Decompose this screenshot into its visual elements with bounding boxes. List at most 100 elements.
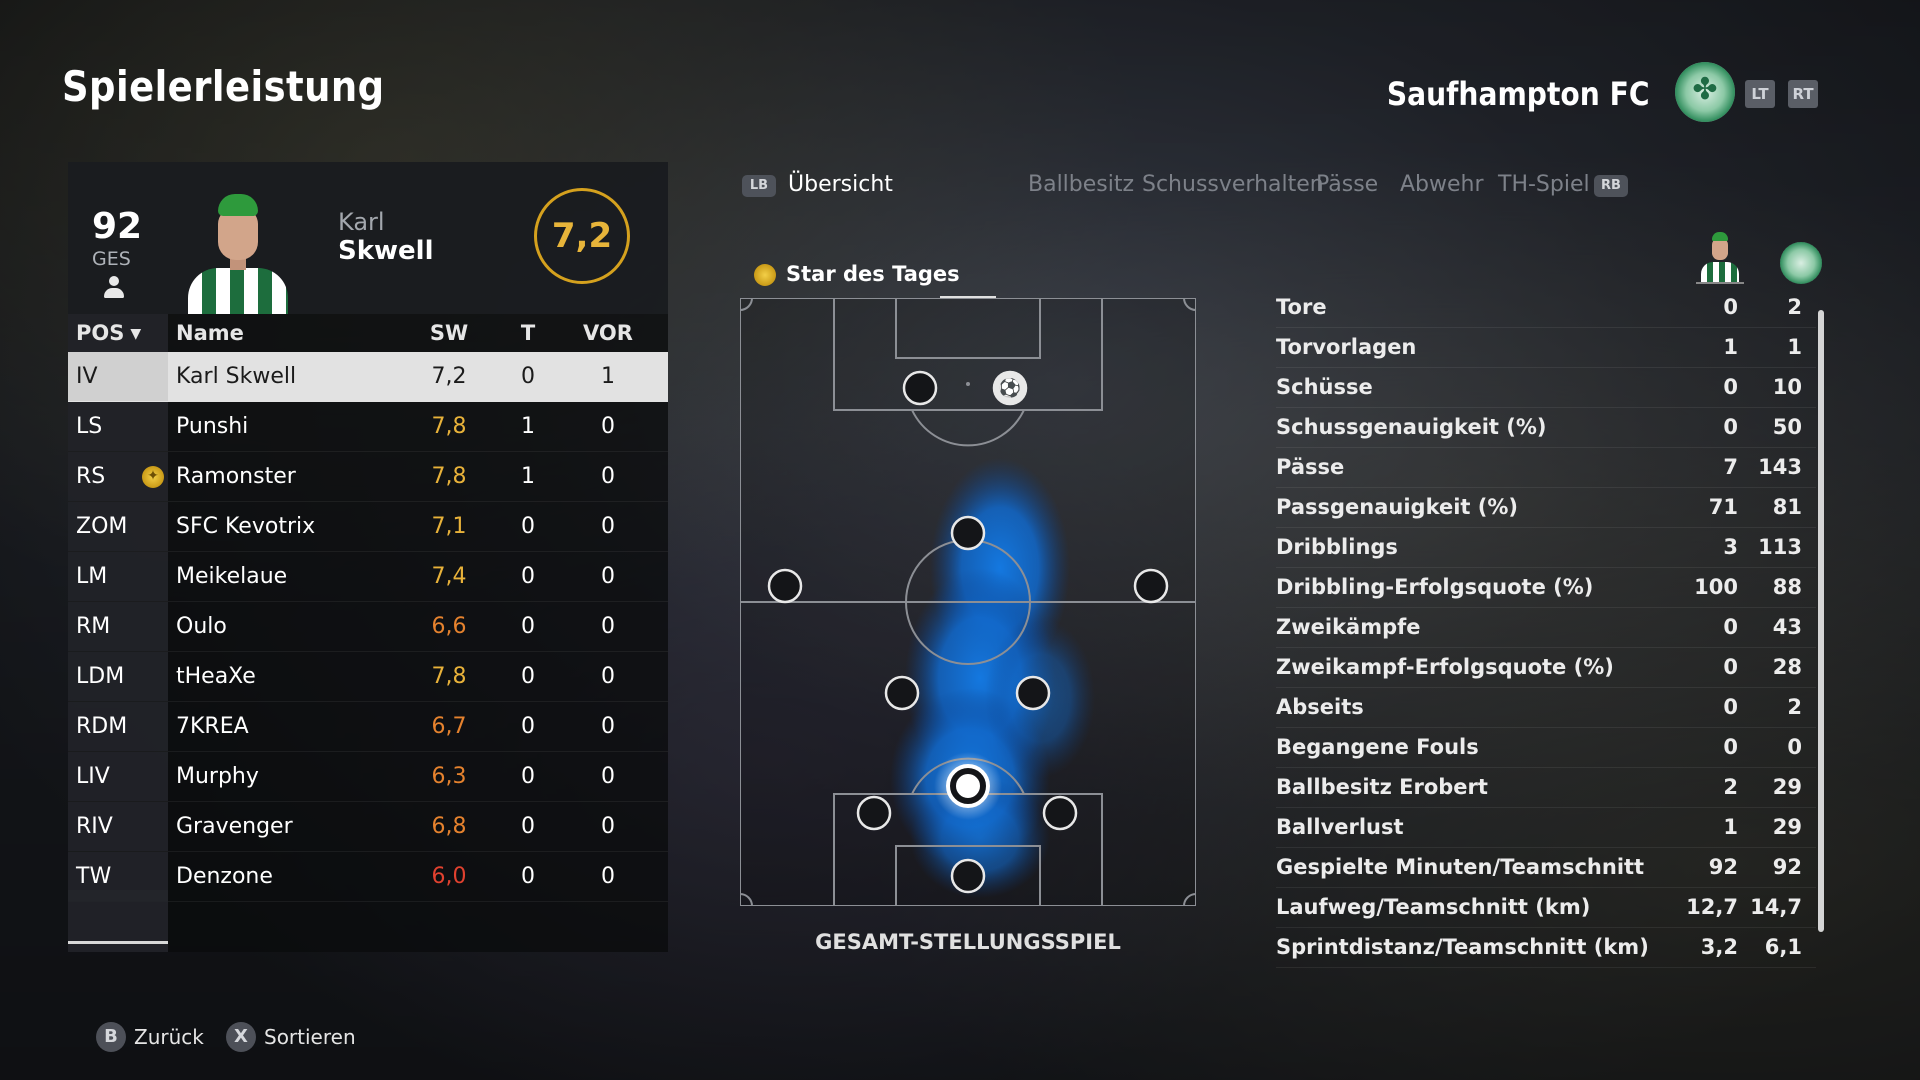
row-rating: 7,8 xyxy=(431,414,467,439)
stat-team-value: 92 xyxy=(1772,855,1802,879)
row-goals: 0 xyxy=(521,364,535,389)
stat-label: Laufweg/Teamschnitt (km) xyxy=(1276,895,1591,919)
rt-button[interactable]: RT xyxy=(1788,80,1818,108)
header-t[interactable]: T xyxy=(508,314,548,352)
row-goals: 0 xyxy=(521,514,535,539)
row-goals: 1 xyxy=(521,414,535,439)
stat-label: Gespielte Minuten/Teamschnitt xyxy=(1276,855,1645,879)
header-pos[interactable]: POS ▼ xyxy=(76,314,141,353)
stats-list: Tore 0 2 Torvorlagen 1 1 Schüsse 0 10 Schussgenau… xyxy=(1276,288,1816,968)
tab-2[interactable]: Schussverhalten xyxy=(1142,172,1324,197)
stat-label: Dribbling-Erfolgsquote (%) xyxy=(1276,575,1594,599)
tab-1[interactable]: Ballbesitz xyxy=(1028,172,1134,197)
star-of-match-icon xyxy=(142,452,164,501)
formation-dot-rm xyxy=(1133,568,1169,604)
stat-player-value: 71 xyxy=(1708,495,1738,519)
stat-team-value: 113 xyxy=(1758,535,1802,559)
stat-player-value: 0 xyxy=(1723,735,1738,759)
table-row[interactable]: RIV Gravenger 6,8 0 0 xyxy=(68,802,668,852)
row-assists: 0 xyxy=(601,564,615,589)
panel-footer xyxy=(68,890,668,952)
x-button-icon[interactable]: X xyxy=(226,1022,256,1052)
row-name: Murphy xyxy=(176,764,259,789)
table-row[interactable]: ZOM SFC Kevotrix 7,1 0 0 xyxy=(68,502,668,552)
table-row[interactable]: LM Meikelaue 7,4 0 0 xyxy=(68,552,668,602)
stat-team-value: 143 xyxy=(1758,455,1802,479)
row-pos: RDM xyxy=(76,714,128,739)
stat-row: Gespielte Minuten/Teamschnitt 92 92 xyxy=(1276,848,1816,888)
player-rows: IV Karl Skwell 7,2 0 1 LS Punshi 7,8 1 0 RS Ramonst… xyxy=(68,352,668,902)
stat-player-value: 0 xyxy=(1723,415,1738,439)
tab-4[interactable]: Abwehr xyxy=(1400,172,1484,197)
heatmap-caption: GESAMT-STELLUNGSSPIEL xyxy=(815,930,1121,954)
row-name: SFC Kevotrix xyxy=(176,514,316,539)
rb-button[interactable]: RB xyxy=(1594,175,1628,197)
stat-team-value: 2 xyxy=(1787,295,1802,319)
tab-3[interactable]: Pässe xyxy=(1316,172,1378,197)
tab-5[interactable]: TH-Spiel xyxy=(1498,172,1590,197)
row-pos: RIV xyxy=(76,814,113,839)
b-button-icon[interactable]: B xyxy=(96,1022,126,1052)
header-name[interactable]: Name xyxy=(176,314,244,352)
table-row[interactable]: IV Karl Skwell 7,2 0 1 xyxy=(68,352,668,402)
table-row[interactable]: LDM tHeaXe 7,8 0 0 xyxy=(68,652,668,702)
row-name: 7KREA xyxy=(176,714,249,739)
player-card: 92 GES Karl Skwell 7,2 xyxy=(68,162,668,314)
row-goals: 0 xyxy=(521,614,535,639)
stat-row: Passgenauigkeit (%) 71 81 xyxy=(1276,488,1816,528)
stat-row: Tore 0 2 xyxy=(1276,288,1816,328)
team-column-crest-icon xyxy=(1780,242,1822,284)
stat-team-value: 28 xyxy=(1772,655,1802,679)
row-assists: 0 xyxy=(601,714,615,739)
lb-button[interactable]: LB xyxy=(742,175,776,197)
row-pos: ZOM xyxy=(76,514,128,539)
stat-player-value: 92 xyxy=(1708,855,1738,879)
back-label[interactable]: Zurück xyxy=(134,1025,204,1049)
row-assists: 0 xyxy=(601,814,615,839)
row-rating: 6,7 xyxy=(431,714,467,739)
row-assists: 0 xyxy=(601,614,615,639)
row-rating: 6,6 xyxy=(431,614,467,639)
stat-row: Dribblings 3 113 xyxy=(1276,528,1816,568)
table-row[interactable]: LIV Murphy 6,3 0 0 xyxy=(68,752,668,802)
row-goals: 0 xyxy=(521,714,535,739)
table-row[interactable]: LS Punshi 7,8 1 0 xyxy=(68,402,668,452)
row-rating: 7,8 xyxy=(431,664,467,689)
row-name: Gravenger xyxy=(176,814,293,839)
stat-team-value: 2 xyxy=(1787,695,1802,719)
position-heatmap: ⚽ xyxy=(740,298,1196,906)
formation-dot-ls xyxy=(902,370,938,406)
stats-scrollbar[interactable] xyxy=(1818,310,1824,932)
stat-label: Abseits xyxy=(1276,695,1364,719)
row-pos: IV xyxy=(76,364,98,389)
stat-row: Schussgenauigkeit (%) 0 50 xyxy=(1276,408,1816,448)
tab-0[interactable]: Übersicht xyxy=(788,172,893,197)
stat-player-value: 1 xyxy=(1723,335,1738,359)
stat-row: Ballbesitz Erobert 2 29 xyxy=(1276,768,1816,808)
stat-team-value: 50 xyxy=(1772,415,1802,439)
row-rating: 7,8 xyxy=(431,464,467,489)
row-pos: LS xyxy=(76,414,103,439)
stat-team-value: 81 xyxy=(1772,495,1802,519)
stat-team-value: 43 xyxy=(1772,615,1802,639)
row-goals: 0 xyxy=(521,664,535,689)
formation-dot-riv xyxy=(1042,795,1078,831)
header-vor[interactable]: VOR xyxy=(578,314,638,352)
header-sw[interactable]: SW xyxy=(424,314,474,352)
table-row[interactable]: RS Ramonster 7,8 1 0 xyxy=(68,452,668,502)
lt-button[interactable]: LT xyxy=(1745,80,1775,108)
stat-label: Dribblings xyxy=(1276,535,1398,559)
stat-label: Begangene Fouls xyxy=(1276,735,1479,759)
row-goals: 0 xyxy=(521,814,535,839)
row-assists: 0 xyxy=(601,414,615,439)
stat-player-value: 0 xyxy=(1723,695,1738,719)
sort-label[interactable]: Sortieren xyxy=(264,1025,356,1049)
formation-dot-lm xyxy=(767,568,803,604)
stat-team-value: 6,1 xyxy=(1764,935,1802,959)
stat-row: Abseits 0 2 xyxy=(1276,688,1816,728)
row-rating: 6,8 xyxy=(431,814,467,839)
table-row[interactable]: RDM 7KREA 6,7 0 0 xyxy=(68,702,668,752)
overall-label: GES xyxy=(92,248,131,270)
table-row[interactable]: RM Oulo 6,6 0 0 xyxy=(68,602,668,652)
team-name: Saufhampton FC xyxy=(1387,75,1650,113)
